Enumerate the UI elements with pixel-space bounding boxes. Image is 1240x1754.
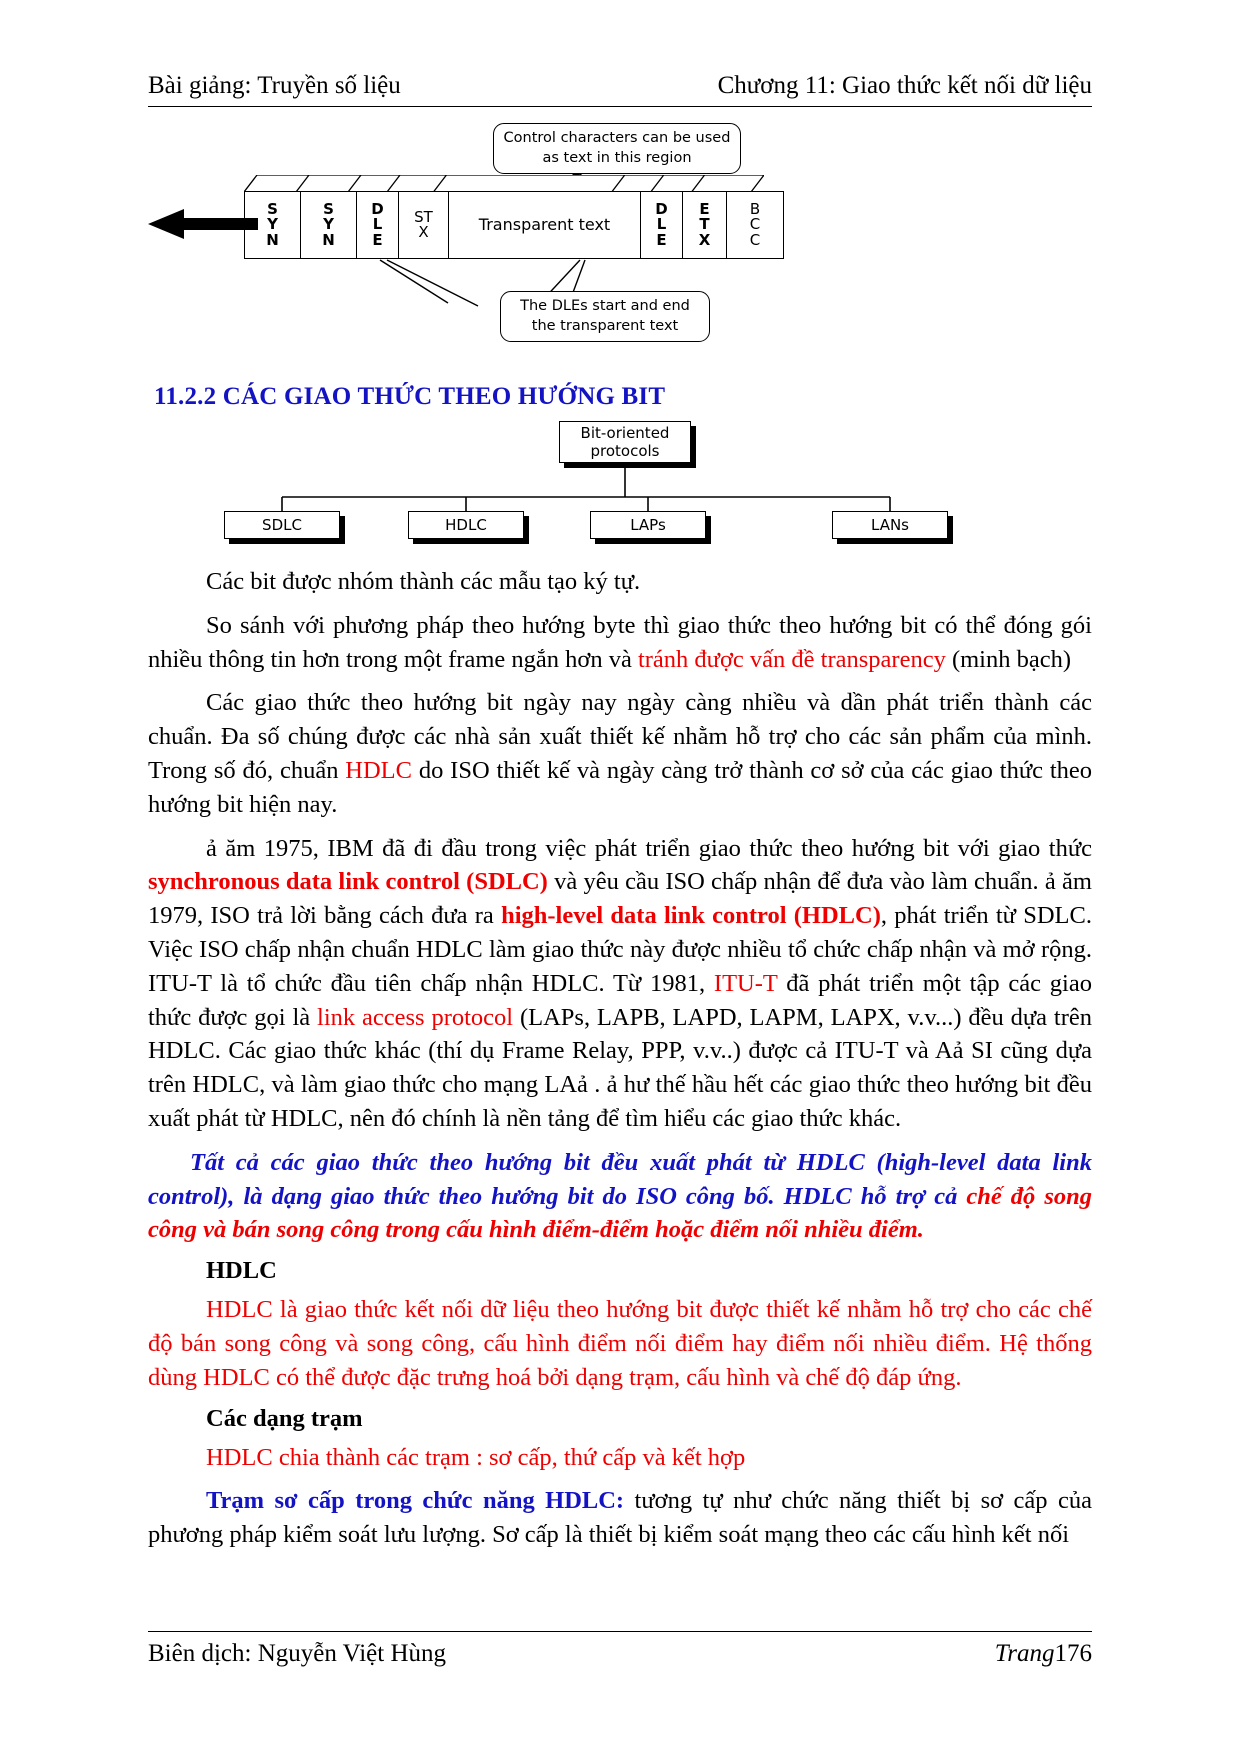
- paragraph-standards: Các giao thức theo hướng bit ngày nay ng…: [148, 686, 1092, 821]
- page-footer: Biên dịch: Nguyễn Việt Hùng Trang176: [148, 1631, 1092, 1668]
- frame-cell-stx: ST X: [398, 191, 448, 259]
- p8-emphasis-primary-station: Trạm sơ cấp trong chức năng HDLC:: [206, 1487, 625, 1515]
- tree-node-lans: LANs: [832, 511, 948, 539]
- subheading-hdlc: HDLC: [206, 1257, 277, 1285]
- p6-text: HDLC là giao thức kết nối dữ liệu theo h…: [148, 1296, 1092, 1391]
- bit-oriented-protocols-tree: Bit-oriented protocols SDLC HDLC LAPs LA…: [148, 421, 1092, 551]
- p2-emphasis-transparency: tránh được vấn đề transparency: [637, 645, 946, 673]
- frame-cell-syn-2: S Y N: [300, 191, 356, 259]
- tree-node-laps: LAPs: [590, 511, 706, 539]
- header-right-title: Chương 11: Giao thức kết nối dữ liệu: [717, 72, 1092, 99]
- header-left-title: Bài giảng: Truyền số liệu: [148, 72, 401, 99]
- frame-cell-bcc: B C C: [726, 191, 784, 259]
- paragraph-summary-highlight: Tất cả các giao thức theo hướng bit đều …: [148, 1146, 1092, 1247]
- paragraph-hdlc-description: HDLC là giao thức kết nối dữ liệu theo h…: [148, 1293, 1092, 1394]
- subheading-station-types: Các dạng trạm: [206, 1404, 363, 1432]
- p7-text: HDLC chia thành các trạm : sơ cấp, thứ c…: [206, 1443, 746, 1471]
- bisync-transparent-frame-diagram: S Y N S Y N D L E ST X Transparent text …: [148, 123, 1092, 363]
- frame-cell-dle-start: D L E: [356, 191, 398, 259]
- header-divider: [148, 106, 1092, 107]
- transmission-direction-arrow: [148, 209, 258, 239]
- p5-part-a: Tất cả các giao thức theo hướng bit đều …: [148, 1148, 1092, 1210]
- paragraph-station-split: HDLC chia thành các trạm : sơ cấp, thứ c…: [148, 1441, 1092, 1475]
- p4-emphasis-lap: link access protocol: [317, 1003, 514, 1031]
- footer-page-value: 176: [1054, 1640, 1093, 1667]
- p4-emphasis-hdlc-full: high-level data link control (HDLC): [501, 902, 881, 930]
- page-header: Bài giảng: Truyền số liệu Chương 11: Gia…: [148, 0, 1092, 106]
- paragraph-comparison: So sánh với phương pháp theo hướng byte …: [148, 609, 1092, 677]
- tree-node-sdlc: SDLC: [224, 511, 340, 539]
- section-heading-11-2-2: 11.2.2 CÁC GIAO THỨC THEO HƯỚNG BIT: [154, 383, 666, 410]
- p4-emphasis-sdlc: synchronous data link control (SDLC): [148, 868, 548, 896]
- paragraph-bit-grouping-text: Các bit được nhóm thành các mẫu tạo ký t…: [206, 568, 641, 595]
- p4-emphasis-itut: ITU-T: [713, 969, 778, 997]
- frame-cell-etx: E T X: [682, 191, 726, 259]
- p3-emphasis-hdlc: HDLC: [345, 756, 412, 784]
- tree-node-root: Bit-oriented protocols: [559, 421, 691, 463]
- frame-cells: S Y N S Y N D L E ST X Transparent text …: [244, 191, 784, 259]
- paragraph-bit-grouping: Các bit được nhóm thành các mẫu tạo ký t…: [148, 565, 1092, 599]
- tree-node-hdlc: HDLC: [408, 511, 524, 539]
- frame-3d-top-edge: [244, 175, 764, 192]
- frame-cell-transparent-text: Transparent text: [448, 191, 640, 259]
- callout-dles-start-end: The DLEs start and end the transparent t…: [500, 291, 710, 343]
- footer-translator: Biên dịch: Nguyễn Việt Hùng: [148, 1640, 446, 1667]
- frame-cell-dle-end: D L E: [640, 191, 682, 259]
- p4-part-a: ả ăm 1975, IBM đã đi đầu trong việc phát…: [206, 834, 1092, 862]
- paragraph-history: ả ăm 1975, IBM đã đi đầu trong việc phát…: [148, 832, 1092, 1136]
- body-content: Các bit được nhóm thành các mẫu tạo ký t…: [148, 565, 1092, 1552]
- document-page: Bài giảng: Truyền số liệu Chương 11: Gia…: [0, 0, 1240, 1754]
- callout-control-characters: Control characters can be used as text i…: [493, 123, 741, 175]
- footer-page-label: Trang: [994, 1640, 1055, 1667]
- footer-page-number: Trang176: [995, 1640, 1092, 1668]
- p2-part-b: (minh bạch): [945, 645, 1072, 673]
- paragraph-primary-station: Trạm sơ cấp trong chức năng HDLC: tương …: [148, 1484, 1092, 1552]
